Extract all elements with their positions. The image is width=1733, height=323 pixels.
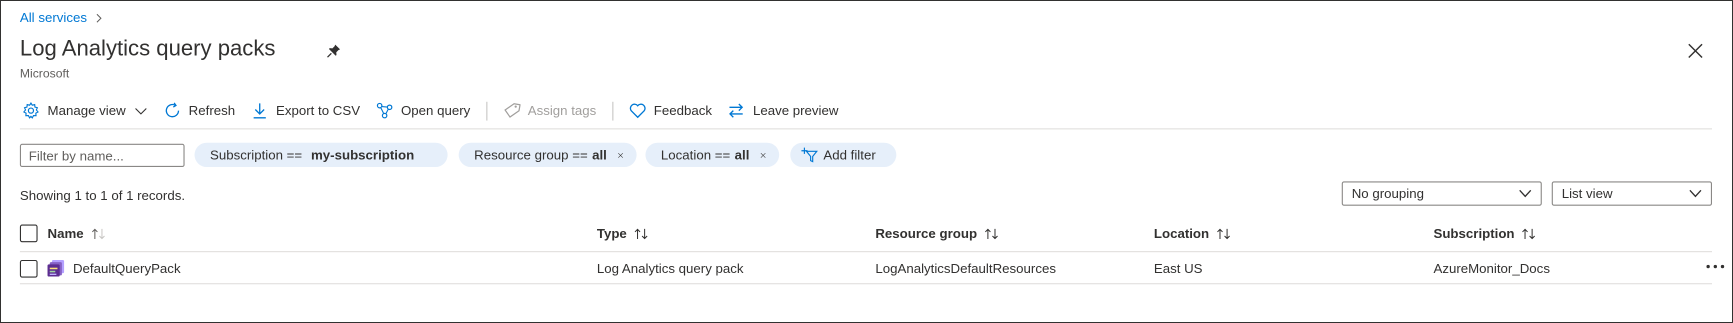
- heart-icon: [629, 103, 646, 119]
- location-filter-value: all: [734, 147, 750, 163]
- grouping-selected: No grouping: [1351, 185, 1424, 202]
- subscription-filter-label: Subscription ==: [209, 147, 303, 163]
- switch-arrows-icon: [729, 103, 744, 118]
- refresh-icon: [165, 102, 179, 118]
- filter-by-name-input[interactable]: [19, 143, 185, 168]
- feedback-button[interactable]: Feedback: [628, 102, 712, 120]
- assign-tags-button[interactable]: Assign tags: [502, 102, 596, 120]
- add-filter-button[interactable]: Add filter: [790, 142, 897, 168]
- view-selected: List view: [1561, 185, 1613, 202]
- sort-icon: [1522, 228, 1536, 239]
- row-checkbox[interactable]: [19, 259, 38, 278]
- remove-filter-icon[interactable]: [618, 149, 624, 161]
- row-location: East US: [1153, 261, 1203, 277]
- open-query-icon: [376, 102, 393, 119]
- resource-group-filter-label: Resource group ==: [474, 147, 588, 163]
- page-subtitle: Microsoft: [19, 67, 70, 81]
- chevron-down-icon: [1519, 189, 1532, 198]
- column-header-location-label: Location: [1153, 225, 1210, 242]
- toolbar-divider: [485, 101, 487, 121]
- breadcrumb: All services: [20, 10, 104, 25]
- add-filter-icon: [801, 147, 818, 163]
- toolbar-divider: [611, 101, 613, 121]
- column-header-resource-group-label: Resource group: [875, 225, 978, 242]
- row-name-link[interactable]: DefaultQueryPack: [73, 261, 181, 276]
- row-divider: [19, 283, 1713, 285]
- manage-view-button[interactable]: Manage view: [22, 102, 148, 120]
- query-pack-icon: [47, 259, 65, 277]
- resource-group-filter-value: all: [592, 147, 607, 163]
- leave-preview-button[interactable]: Leave preview: [728, 102, 839, 120]
- subscription-filter-value: my-subscription: [311, 147, 415, 163]
- column-header-subscription[interactable]: Subscription: [1433, 226, 1537, 241]
- resource-group-filter-pill[interactable]: Resource group == all: [458, 142, 637, 168]
- chevron-down-icon: [1689, 189, 1702, 198]
- location-filter-pill[interactable]: Location == all: [645, 142, 780, 168]
- add-filter-label: Add filter: [823, 147, 876, 163]
- export-csv-button[interactable]: Export to CSV: [251, 102, 360, 120]
- refresh-button[interactable]: Refresh: [163, 102, 235, 120]
- sort-icon: [1217, 228, 1230, 239]
- chevron-right-icon: [96, 13, 102, 23]
- manage-view-label: Manage view: [47, 102, 126, 119]
- assign-tags-label: Assign tags: [527, 102, 597, 119]
- view-dropdown[interactable]: List view: [1551, 181, 1713, 206]
- sort-icon: [634, 228, 648, 239]
- column-header-type-label: Type: [596, 225, 627, 242]
- location-filter-label: Location ==: [660, 147, 731, 163]
- remove-filter-icon[interactable]: [760, 149, 766, 161]
- feedback-label: Feedback: [653, 102, 713, 119]
- open-query-label: Open query: [400, 102, 471, 119]
- column-header-resource-group[interactable]: Resource group: [875, 226, 1000, 241]
- close-icon[interactable]: [1688, 43, 1703, 59]
- chevron-down-icon: [134, 107, 147, 115]
- column-header-type[interactable]: Type: [597, 226, 650, 241]
- open-query-button[interactable]: Open query: [376, 102, 471, 120]
- page: All services Log Analytics query packs M…: [0, 0, 1733, 323]
- records-count: Showing 1 to 1 of 1 records.: [19, 188, 186, 204]
- select-all-checkbox[interactable]: [19, 224, 38, 243]
- row-type: Log Analytics query pack: [596, 261, 744, 277]
- toolbar-divider-line: [19, 128, 1713, 130]
- tag-icon: [503, 103, 521, 118]
- more-options-icon[interactable]: [1705, 263, 1725, 270]
- column-header-name[interactable]: Name: [48, 226, 107, 241]
- download-icon: [253, 103, 266, 119]
- row-resource-group-link[interactable]: LogAnalyticsDefaultResources: [875, 261, 1056, 276]
- export-csv-label: Export to CSV: [276, 102, 361, 119]
- refresh-label: Refresh: [188, 102, 236, 119]
- subscription-filter-pill[interactable]: Subscription == my-subscription: [194, 142, 448, 168]
- header-divider: [19, 251, 1713, 253]
- column-header-name-label: Name: [47, 225, 84, 242]
- breadcrumb-all-services[interactable]: All services: [20, 10, 87, 25]
- gear-icon: [23, 102, 39, 119]
- column-header-subscription-label: Subscription: [1433, 225, 1515, 242]
- pin-icon[interactable]: [326, 43, 341, 58]
- row-subscription-link[interactable]: AzureMonitor_Docs: [1433, 261, 1549, 276]
- sort-ascending-icon: [91, 228, 105, 239]
- command-bar: Manage view Refresh Export to CSV Open q: [22, 98, 854, 122]
- column-header-location[interactable]: Location: [1154, 226, 1232, 241]
- page-title: Log Analytics query packs: [19, 36, 276, 61]
- leave-preview-label: Leave preview: [752, 102, 839, 119]
- sort-icon: [985, 228, 998, 239]
- grouping-dropdown[interactable]: No grouping: [1341, 181, 1542, 206]
